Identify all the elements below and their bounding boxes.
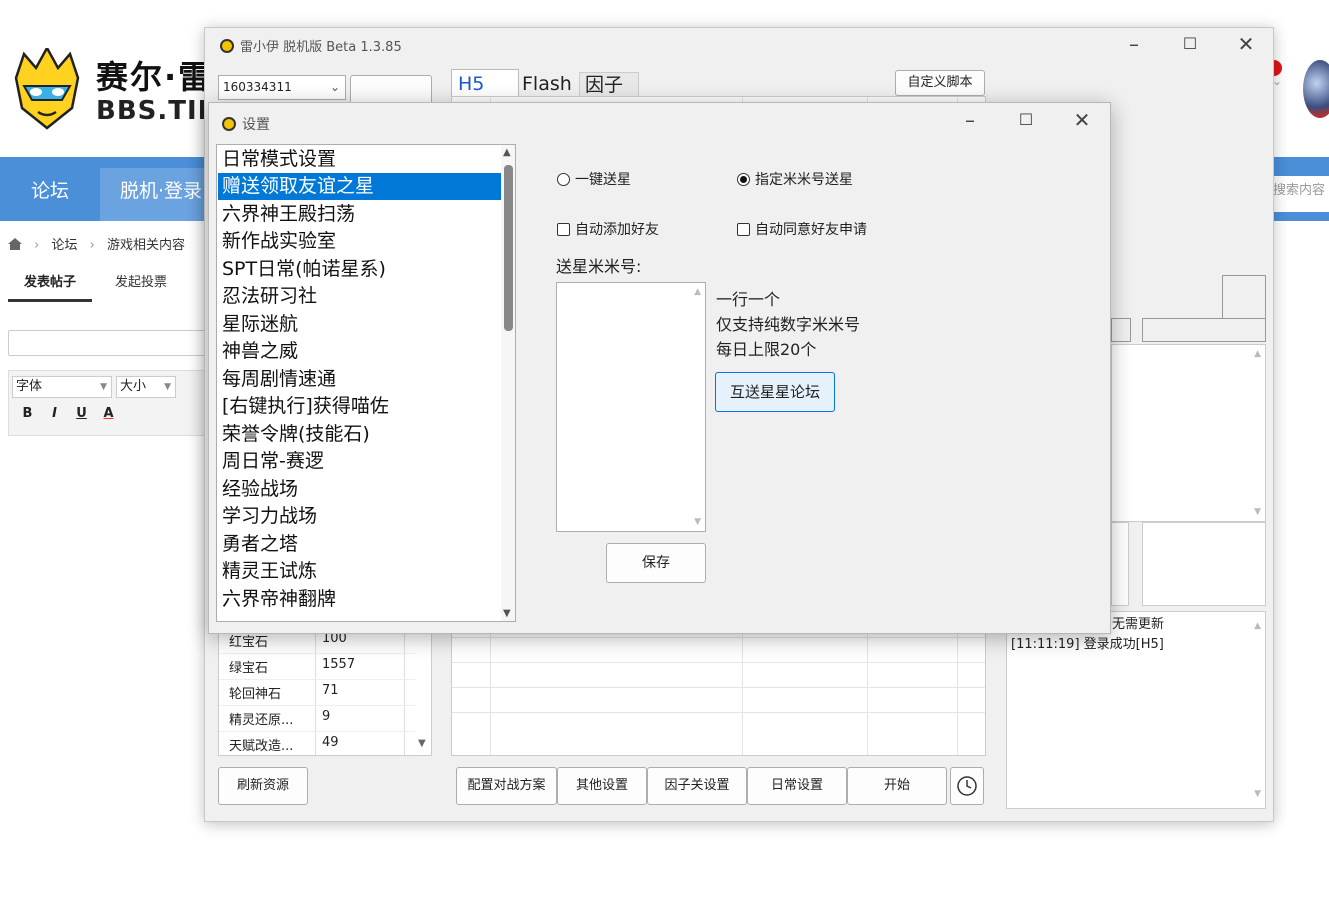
scroll-down-icon[interactable]: ▼	[418, 738, 426, 749]
side-field	[1142, 318, 1266, 342]
list-item[interactable]: 神兽之威	[218, 338, 508, 365]
custom-script-button[interactable]: 自定义脚本	[895, 70, 985, 96]
editor-format-buttons: BIUA	[14, 406, 122, 421]
minimize-icon[interactable]: –	[1120, 34, 1148, 54]
font-family-select[interactable]: 字体 ▼	[12, 376, 112, 398]
underline-button[interactable]: U	[68, 406, 95, 421]
info-panel: ▲ ▼	[1111, 344, 1266, 522]
list-item[interactable]: 六界神王殿扫荡	[218, 201, 508, 228]
font-size-select[interactable]: 大小 ▼	[116, 376, 176, 398]
chevron-down-icon: ▼	[100, 382, 107, 392]
bold-button[interactable]: B	[14, 406, 41, 421]
table-row: 天赋改造... 49	[219, 731, 415, 758]
chevron-down-icon: ⌄	[329, 80, 340, 94]
scroll-down-icon[interactable]: ▼	[503, 608, 511, 619]
breadcrumb: › 论坛 › 游戏相关内容	[8, 234, 193, 253]
side-panel	[1142, 522, 1266, 606]
list-item[interactable]: SPT日常(帕诺星系)	[218, 256, 508, 283]
forum-search-input[interactable]: 搜索内容	[1273, 176, 1329, 212]
radio-specified-star[interactable]: 指定米米号送星	[737, 169, 853, 189]
star-forum-button[interactable]: 互送星星论坛	[715, 372, 835, 412]
hint-one-per-line: 一行一个	[716, 290, 781, 309]
post-title-input[interactable]	[8, 330, 208, 356]
schedule-button[interactable]	[950, 767, 984, 805]
tab-flash[interactable]: Flash	[519, 72, 579, 97]
list-item[interactable]: 荣誉令牌(技能石)	[218, 421, 508, 448]
clock-icon	[956, 775, 978, 797]
app-icon	[222, 117, 236, 131]
scroll-up-icon[interactable]: ▲	[503, 147, 511, 158]
breadcrumb-forum[interactable]: 论坛	[51, 238, 77, 253]
save-button[interactable]: 保存	[606, 543, 706, 583]
italic-button[interactable]: I	[41, 406, 68, 421]
minimize-icon[interactable]: –	[956, 110, 984, 130]
side-field	[1111, 318, 1131, 342]
log-panel: 无需更新 [11:11:19] 登录成功[H5] ▲ ▼	[1006, 611, 1266, 809]
maximize-icon[interactable]: ☐	[1012, 110, 1040, 130]
settings-menu-list: 日常模式设置 赠送领取友谊之星 六界神王殿扫荡 新作战实验室 SPT日常(帕诺星…	[216, 144, 516, 622]
star-ids-label: 送星米米号:	[556, 257, 642, 276]
main-window-title: 雷小伊 脱机版 Beta 1.3.85	[220, 36, 402, 55]
site-logo-mascot	[10, 45, 84, 130]
tab-new-vote[interactable]: 发起投票	[96, 266, 186, 302]
side-panel	[1111, 522, 1129, 606]
list-item[interactable]: 新作战实验室	[218, 228, 508, 255]
radio-one-click-star[interactable]: 一键送星	[557, 169, 631, 189]
other-settings-button[interactable]: 其他设置	[557, 767, 647, 805]
app-icon	[220, 39, 234, 53]
chevron-right-icon: ›	[34, 238, 40, 253]
log-line: 无需更新	[1112, 617, 1165, 632]
list-item[interactable]: 六界帝神翻牌	[218, 586, 508, 613]
checkbox-auto-add-friend[interactable]: 自动添加好友	[557, 219, 659, 239]
list-item[interactable]: 周日常-赛逻	[218, 448, 508, 475]
close-icon[interactable]: ✕	[1232, 34, 1260, 54]
chevron-down-icon: ▼	[164, 382, 171, 392]
battle-plan-button[interactable]: 配置对战方案	[456, 767, 557, 805]
user-avatar[interactable]	[1303, 60, 1329, 118]
table-row: 轮回神石 71	[219, 679, 415, 706]
tab-h5[interactable]: H5	[451, 69, 519, 97]
start-button[interactable]: 开始	[847, 767, 947, 805]
preview-box	[1222, 275, 1266, 319]
scrollbar-thumb[interactable]	[504, 165, 513, 331]
login-button[interactable]	[350, 75, 432, 105]
list-item[interactable]: 忍法研习社	[218, 283, 508, 310]
table-row: 精灵还原... 9	[219, 705, 415, 732]
chevron-right-icon: ›	[89, 238, 95, 253]
site-url: BBS.TIE	[96, 96, 217, 126]
nav-forum-link[interactable]: 论坛	[0, 168, 100, 221]
font-color-button[interactable]: A	[95, 406, 122, 421]
account-select[interactable]: 160334311 ⌄	[218, 75, 346, 100]
home-icon[interactable]	[8, 238, 22, 250]
star-ids-textarea[interactable]: ▲ ▼	[556, 282, 706, 532]
site-name: 赛尔·雷	[96, 58, 213, 96]
checkbox-auto-accept-request[interactable]: 自动同意好友申请	[737, 219, 867, 239]
list-item[interactable]: 每周剧情速通	[218, 366, 508, 393]
list-item[interactable]: 精灵王试炼	[218, 558, 508, 585]
factor-settings-button[interactable]: 因子关设置	[647, 767, 747, 805]
tab-factor[interactable]: 因子	[579, 72, 639, 97]
breadcrumb-game-content[interactable]: 游戏相关内容	[107, 238, 185, 253]
list-item[interactable]: 经验战场	[218, 476, 508, 503]
log-line: [11:11:19] 登录成功[H5]	[1011, 637, 1164, 652]
list-item[interactable]: 日常模式设置	[218, 146, 508, 173]
hint-daily-limit: 每日上限20个	[716, 340, 817, 359]
hint-numeric-only: 仅支持纯数字米米号	[716, 315, 861, 334]
list-item[interactable]: 赠送领取友谊之星	[218, 173, 508, 200]
list-item[interactable]: 星际迷航	[218, 311, 508, 338]
list-item[interactable]: 学习力战场	[218, 503, 508, 530]
close-icon[interactable]: ✕	[1068, 110, 1096, 130]
settings-dialog-title: 设置	[222, 114, 270, 134]
refresh-resources-button[interactable]: 刷新资源	[218, 767, 308, 805]
tab-new-post[interactable]: 发表帖子	[8, 266, 92, 302]
nav-offline-login-link[interactable]: 脱机·登录	[100, 168, 210, 221]
list-item[interactable]: 勇者之塔	[218, 531, 508, 558]
daily-settings-button[interactable]: 日常设置	[747, 767, 847, 805]
maximize-icon[interactable]: ☐	[1176, 34, 1204, 54]
list-item[interactable]: [右键执行]获得喵佐	[218, 393, 508, 420]
table-row: 绿宝石 1557	[219, 653, 415, 680]
